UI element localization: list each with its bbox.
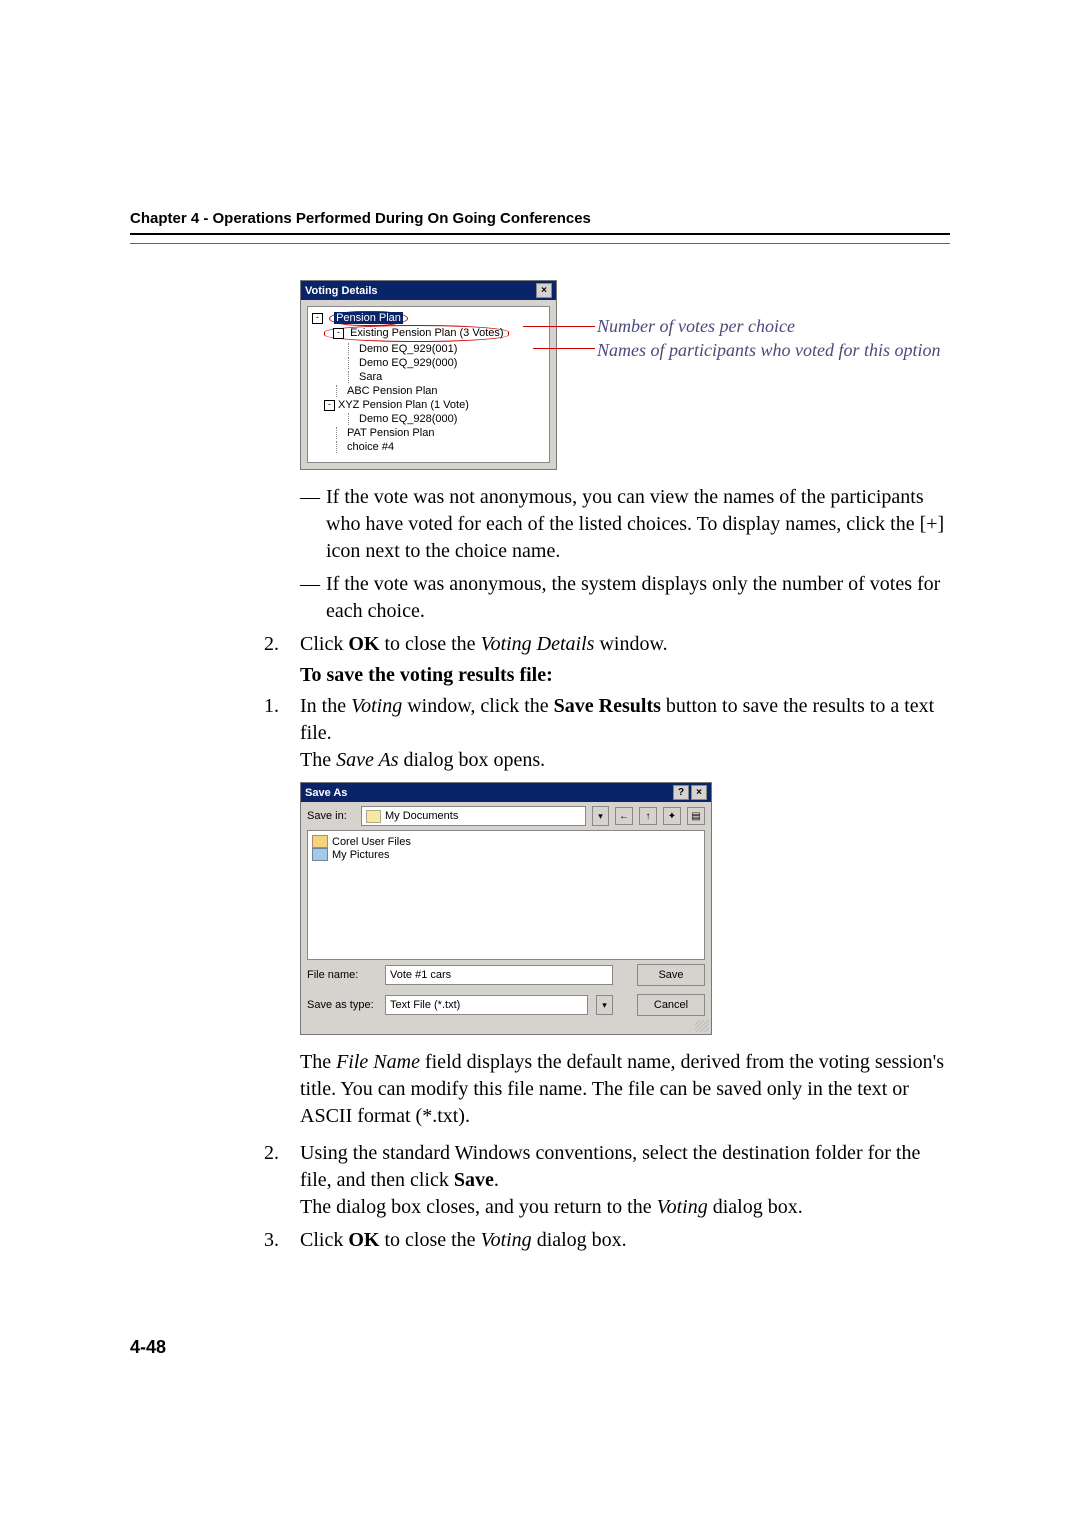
tree-item[interactable]: ABC Pension Plan: [347, 385, 438, 397]
save-as-title: Save As: [305, 787, 347, 799]
tree-item[interactable]: Demo EQ_928(000): [359, 413, 457, 425]
collapse-icon[interactable]: -: [333, 328, 344, 339]
file-name-input[interactable]: Vote #1 cars: [385, 965, 613, 985]
file-name-label: File name:: [307, 969, 377, 981]
up-one-level-icon[interactable]: ↑: [639, 807, 657, 825]
list-item[interactable]: My Pictures: [332, 849, 389, 861]
file-list[interactable]: Corel User Files My Pictures: [307, 830, 705, 960]
tree-item[interactable]: Existing Pension Plan (3 Votes): [350, 327, 503, 339]
close-icon[interactable]: ×: [691, 785, 707, 800]
close-icon[interactable]: ×: [536, 283, 552, 298]
save-as-type-label: Save as type:: [307, 999, 377, 1011]
chapter-header: Chapter 4 - Operations Performed During …: [130, 210, 950, 227]
collapse-icon[interactable]: -: [312, 313, 323, 324]
resize-grip[interactable]: [695, 1020, 709, 1032]
list-item[interactable]: Corel User Files: [332, 836, 411, 848]
section-heading: To save the voting results file:: [300, 664, 950, 687]
help-icon[interactable]: ?: [673, 785, 689, 800]
voting-details-title: Voting Details: [305, 284, 378, 298]
figure-annotation: Number of votes per choice Names of part…: [597, 280, 941, 362]
annotation-line: Names of participants who voted for this…: [597, 338, 941, 362]
tree-item[interactable]: PAT Pension Plan: [347, 427, 434, 439]
body-text: If the vote was anonymous, the system di…: [326, 571, 950, 625]
view-menu-icon[interactable]: ▤: [687, 807, 705, 825]
save-button[interactable]: Save: [637, 964, 705, 986]
tree-item[interactable]: choice #4: [347, 441, 394, 453]
folder-icon: [366, 810, 381, 823]
back-icon[interactable]: ←: [615, 807, 633, 825]
body-text: Click OK to close the Voting dialog box.: [300, 1227, 627, 1254]
collapse-icon[interactable]: -: [324, 400, 335, 411]
chevron-down-icon[interactable]: ▾: [596, 995, 613, 1015]
tree-root[interactable]: Pension Plan: [334, 312, 403, 324]
page-number: 4-48: [130, 1337, 166, 1358]
folder-icon: [312, 835, 328, 848]
tree-item[interactable]: Demo EQ_929(001): [359, 343, 457, 355]
body-text: Using the standard Windows conventions, …: [300, 1140, 950, 1221]
tree-item[interactable]: Demo EQ_929(000): [359, 357, 457, 369]
save-as-type-combo[interactable]: Text File (*.txt): [385, 995, 588, 1015]
voting-details-window: Voting Details × - Pension Plan -: [300, 280, 557, 470]
tree-item[interactable]: Sara: [359, 371, 382, 383]
body-text: If the vote was not anonymous, you can v…: [326, 484, 950, 565]
chevron-down-icon[interactable]: ▾: [592, 806, 609, 826]
new-folder-icon[interactable]: ✦: [663, 807, 681, 825]
save-in-label: Save in:: [307, 810, 355, 822]
annotation-line: Number of votes per choice: [597, 314, 941, 338]
save-as-dialog: Save As ? × Save in: My Documents ▾ ← ↑ …: [300, 782, 712, 1035]
body-text: The File Name field displays the default…: [300, 1049, 950, 1130]
body-text: Click OK to close the Voting Details win…: [300, 631, 668, 658]
tree-item[interactable]: XYZ Pension Plan (1 Vote): [338, 399, 469, 411]
voting-tree[interactable]: - Pension Plan - Existing Pension Plan (…: [307, 306, 550, 463]
save-in-combo[interactable]: My Documents: [361, 806, 586, 826]
folder-icon: [312, 848, 328, 861]
cancel-button[interactable]: Cancel: [637, 994, 705, 1016]
body-text: In the Voting window, click the Save Res…: [300, 693, 950, 774]
